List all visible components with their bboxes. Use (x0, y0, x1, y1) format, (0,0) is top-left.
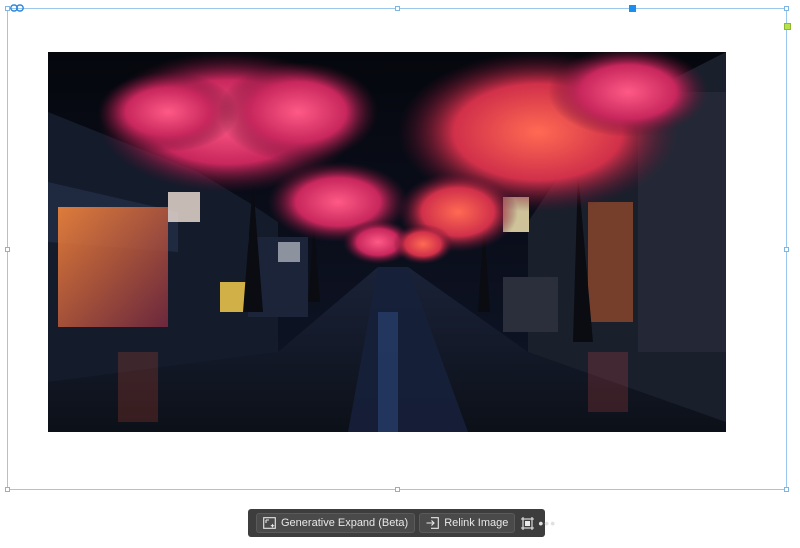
resize-handle-left[interactable] (5, 247, 10, 252)
generative-expand-button[interactable]: Generative Expand (Beta) (256, 513, 416, 533)
live-corners-handle[interactable] (784, 23, 791, 30)
crop-icon (521, 516, 535, 530)
resize-handle-bottom-right[interactable] (784, 487, 789, 492)
generative-expand-icon (263, 517, 276, 529)
relink-image-label: Relink Image (444, 517, 509, 529)
resize-handle-top-right[interactable] (784, 6, 789, 11)
generative-expand-label: Generative Expand (Beta) (281, 517, 409, 529)
content-grabber-handle[interactable] (629, 5, 636, 12)
street-photo (48, 52, 726, 432)
contextual-task-bar: Generative Expand (Beta) Relink Image ••… (248, 509, 555, 537)
placed-image[interactable] (48, 52, 726, 432)
resize-handle-right[interactable] (784, 247, 789, 252)
crop-button[interactable] (521, 513, 535, 533)
resize-handle-bottom-left[interactable] (5, 487, 10, 492)
resize-handle-top[interactable] (395, 6, 400, 11)
relink-image-button[interactable]: Relink Image (419, 513, 516, 533)
relink-icon (426, 517, 440, 529)
resize-handle-bottom[interactable] (395, 487, 400, 492)
more-icon[interactable]: ••• (538, 516, 556, 530)
link-icon[interactable] (10, 4, 24, 12)
